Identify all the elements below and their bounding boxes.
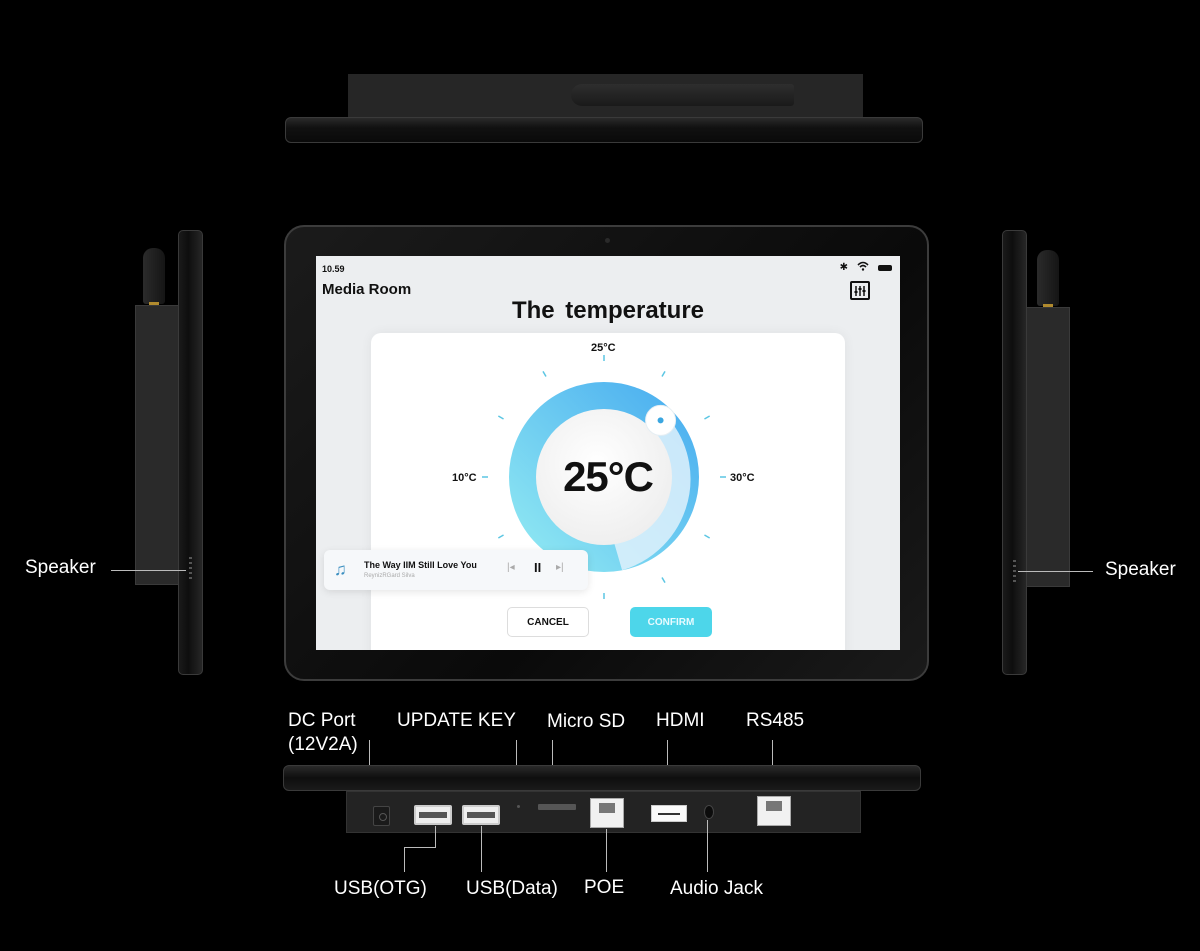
status-bar-icons: ✱ (840, 261, 892, 274)
dc-port-spec-label: (12V2A) (288, 734, 358, 755)
speaker-grille-left (189, 557, 192, 581)
poe-callout (606, 829, 607, 872)
dial-label-top: 25°C (591, 342, 616, 354)
poe-ethernet-port (590, 798, 624, 828)
usb-otg-port (414, 805, 452, 825)
audio-jack-callout (707, 820, 708, 872)
dial-knob[interactable] (645, 404, 677, 436)
right-view-back-housing (1026, 307, 1070, 587)
rs485-port (757, 796, 791, 826)
temperature-card: 25°C 10°C 30°C 25°C CANCEL CONFIRM (371, 333, 845, 650)
hdmi-port (651, 805, 687, 822)
pause-button[interactable]: II (534, 560, 541, 575)
antenna-left (143, 248, 165, 308)
usb-otg-callout-b (404, 847, 436, 848)
poe-label: POE (584, 877, 625, 898)
song-title: The Way IIM Still Love You (364, 560, 477, 570)
micro-sd-slot (538, 804, 576, 810)
bottom-view-bezel (283, 765, 921, 791)
left-view-back-housing (135, 305, 179, 585)
cancel-button[interactable]: CANCEL (507, 607, 589, 637)
current-temperature: 25°C (563, 453, 654, 500)
bluetooth-icon: ✱ (839, 262, 848, 273)
micro-sd-label: Micro SD (547, 711, 626, 732)
next-track-button[interactable]: ▸| (556, 562, 564, 573)
music-note-icon: ♫ (334, 560, 347, 579)
update-key-hole (517, 805, 520, 808)
antenna-top-view (571, 84, 794, 106)
dc-port-label: DC Port (288, 710, 356, 731)
dial-tick (497, 534, 504, 539)
confirm-button[interactable]: CONFIRM (630, 607, 712, 637)
wifi-icon (857, 261, 869, 274)
front-view: 10.59 ✱ Media Room The temperature 25°C … (284, 225, 929, 681)
touch-screen: 10.59 ✱ Media Room The temperature 25°C … (316, 256, 900, 650)
usb-data-label: USB(Data) (466, 878, 558, 899)
dial-tick (661, 577, 666, 584)
previous-track-button[interactable]: |◂ (507, 562, 515, 573)
speaker-label-right: Speaker (1105, 559, 1176, 580)
dial-tick (704, 534, 711, 539)
top-view-bezel (285, 117, 923, 143)
speaker-callout-right (1018, 571, 1093, 572)
equalizer-icon (854, 285, 866, 296)
status-time: 10.59 (322, 264, 345, 274)
rs485-label: RS485 (746, 710, 805, 731)
dial-tick (704, 415, 711, 420)
update-key-label: UPDATE KEY (397, 710, 516, 731)
antenna-right (1037, 250, 1059, 310)
speaker-label-left: Speaker (25, 557, 96, 578)
usb-otg-label: USB(OTG) (334, 878, 427, 899)
page-title: The temperature (511, 297, 705, 324)
dial-tick (497, 415, 504, 420)
usb-otg-callout-a (435, 826, 436, 848)
dial-tick (661, 370, 666, 377)
right-view-bezel (1002, 230, 1027, 675)
room-title: Media Room (322, 281, 412, 298)
hdmi-label: HDMI (656, 710, 705, 731)
usb-otg-callout-c (404, 847, 405, 872)
left-view-bezel (178, 230, 203, 675)
speaker-grille-right (1013, 560, 1016, 584)
artist-name: ReynizRGard Silva (364, 573, 415, 579)
speaker-callout-left (111, 570, 186, 571)
usb-data-port (462, 805, 500, 825)
audio-jack-port (704, 805, 714, 819)
media-player: ♫ The Way IIM Still Love You ReynizRGard… (324, 550, 588, 590)
front-camera (605, 238, 610, 243)
audio-jack-label: Audio Jack (670, 878, 763, 899)
dc-power-port (373, 806, 390, 826)
usb-data-callout (481, 826, 482, 872)
battery-icon (878, 264, 892, 271)
dial-tick (542, 370, 547, 377)
